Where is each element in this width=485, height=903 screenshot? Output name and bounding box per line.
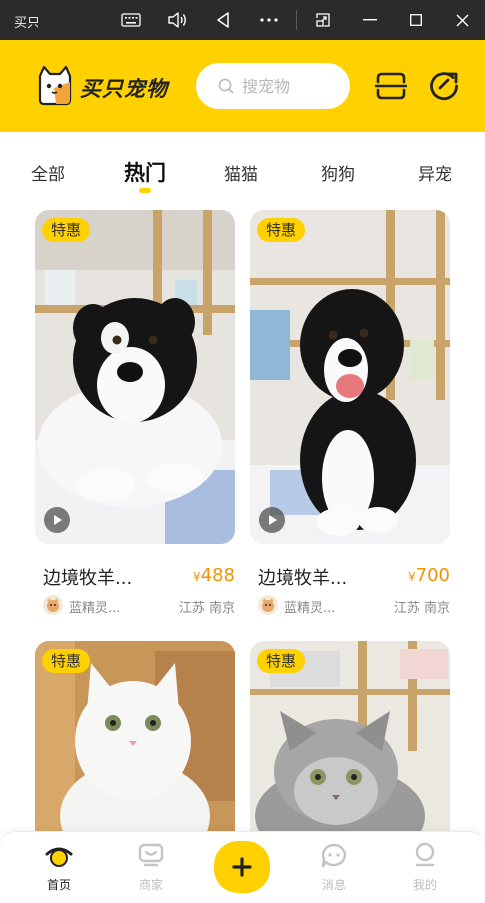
bottom-nav: 首页 商家 消息 我的 (0, 831, 485, 903)
product-location: 江苏 南京 (393, 601, 450, 616)
logo-icon (36, 65, 74, 106)
message-icon (321, 843, 347, 868)
product-card[interactable]: 特惠 (35, 641, 235, 831)
minimize-icon[interactable] (357, 8, 383, 32)
product-title: 边境牧羊... (43, 568, 133, 589)
brand-name: 买只宠物 (80, 77, 168, 101)
nav-profile[interactable]: 我的 (395, 842, 455, 898)
discount-badge: 特惠 (257, 649, 306, 673)
product-title: 边境牧羊... (258, 568, 348, 589)
discount-badge: 特惠 (257, 218, 306, 242)
product-card[interactable]: 特惠 (250, 641, 450, 831)
window-titlebar: 买只宠物 (0, 0, 485, 40)
seller-avatar (43, 595, 63, 615)
play-icon[interactable] (44, 507, 70, 533)
seller-avatar (258, 595, 278, 615)
tab-hot[interactable]: 热门 (124, 157, 166, 187)
nav-home-label: 首页 (46, 878, 71, 892)
more-icon[interactable] (256, 8, 282, 32)
window-title: 买只宠物 (14, 16, 38, 31)
seller-name[interactable]: 蓝精灵... (69, 597, 120, 616)
search-box[interactable] (196, 63, 350, 109)
currency-symbol: ¥ (193, 570, 201, 584)
search-input[interactable] (242, 74, 342, 98)
product-image[interactable]: 特惠 (250, 641, 450, 831)
resize-icon[interactable] (310, 8, 336, 32)
keyboard-icon[interactable] (118, 8, 144, 32)
product-image[interactable]: 特惠 (35, 641, 235, 831)
search-icon (218, 78, 234, 94)
close-icon[interactable] (449, 8, 475, 32)
product-price: ¥700 (408, 565, 450, 586)
price-value: 488 (200, 565, 235, 586)
discount-badge: 特惠 (42, 218, 91, 242)
play-icon[interactable] (259, 507, 285, 533)
nav-merchants-label: 商家 (138, 878, 163, 892)
tab-exotic[interactable]: 异宠 (418, 160, 452, 185)
back-icon[interactable] (210, 8, 236, 32)
product-location: 江苏 南京 (178, 601, 235, 616)
nav-messages-label: 消息 (321, 878, 346, 892)
product-price: ¥488 (193, 565, 235, 586)
nav-merchants[interactable]: 商家 (121, 842, 181, 898)
maximize-icon[interactable] (403, 8, 429, 32)
nav-profile-label: 我的 (412, 878, 437, 892)
tab-all[interactable]: 全部 (31, 160, 65, 185)
shop-icon (138, 843, 164, 867)
product-card[interactable]: 特惠 边境牧羊... ¥488 蓝精灵... 江苏 南京 (35, 210, 235, 620)
home-icon (45, 847, 73, 867)
plus-icon (232, 857, 252, 877)
discount-badge: 特惠 (42, 649, 91, 673)
publish-button[interactable] (214, 841, 270, 893)
scan-icon[interactable] (375, 70, 407, 102)
nav-home[interactable]: 首页 (29, 842, 89, 898)
nav-messages[interactable]: 消息 (304, 842, 364, 898)
category-tabs: 全部 热门 猫猫 狗狗 异宠 (0, 132, 485, 204)
product-card[interactable]: 特惠 边境牧羊... ¥700 蓝精灵... 江苏 南京 (250, 210, 450, 620)
seller-name[interactable]: 蓝精灵... (284, 597, 335, 616)
tab-cats[interactable]: 猫猫 (224, 160, 258, 185)
titlebar-divider (296, 10, 297, 30)
volume-icon[interactable] (164, 8, 190, 32)
profile-icon (415, 842, 435, 867)
currency-symbol: ¥ (408, 570, 416, 584)
refresh-icon[interactable] (428, 70, 460, 102)
product-image[interactable]: 特惠 (250, 210, 450, 544)
price-value: 700 (415, 565, 450, 586)
tab-active-indicator (139, 188, 151, 193)
tab-dogs[interactable]: 狗狗 (321, 160, 355, 185)
app-header: 买只宠物 (0, 40, 485, 132)
product-image[interactable]: 特惠 (35, 210, 235, 544)
